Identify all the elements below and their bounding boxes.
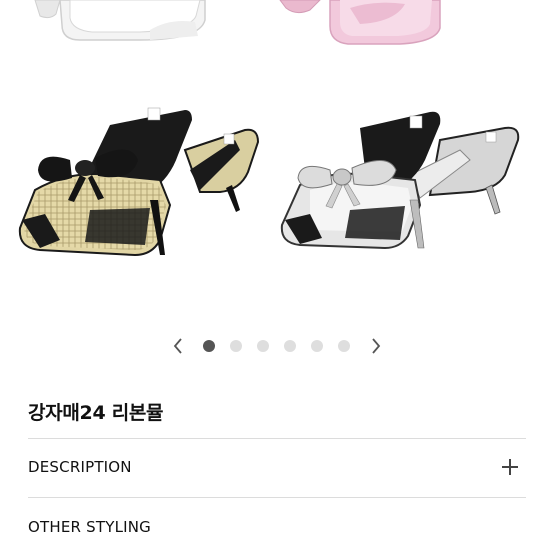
product-title: 강자매24 리본뮬 (28, 402, 164, 424)
carousel-dot[interactable] (257, 340, 269, 352)
chevron-right-icon (372, 338, 381, 354)
image-carousel-controls (0, 334, 555, 358)
description-label: DESCRIPTION (28, 458, 132, 476)
carousel-dot[interactable] (230, 340, 242, 352)
silver-bow-mule-image (280, 111, 520, 250)
plus-icon (502, 459, 518, 475)
carousel-dot[interactable] (338, 340, 350, 352)
chevron-left-icon (173, 338, 182, 354)
carousel-dot[interactable] (203, 340, 215, 352)
carousel-dot[interactable] (311, 340, 323, 352)
white-mule-image (34, 0, 206, 41)
other-styling-label: OTHER STYLING (28, 518, 151, 536)
product-detail-page: 강자매24 리본뮬 DESCRIPTION OTHER STYLING (0, 0, 555, 555)
raffia-bow-mule-image (18, 107, 260, 257)
divider (28, 497, 526, 498)
description-accordion-toggle[interactable]: DESCRIPTION (28, 447, 526, 487)
carousel-prev-button[interactable] (168, 334, 188, 358)
pink-mule-image (279, 0, 441, 45)
carousel-next-button[interactable] (366, 334, 386, 358)
divider (28, 438, 526, 439)
other-styling-accordion-toggle[interactable]: OTHER STYLING (28, 507, 526, 547)
product-images (18, 0, 520, 257)
carousel-dot[interactable] (284, 340, 296, 352)
product-image-gallery[interactable] (0, 0, 555, 325)
